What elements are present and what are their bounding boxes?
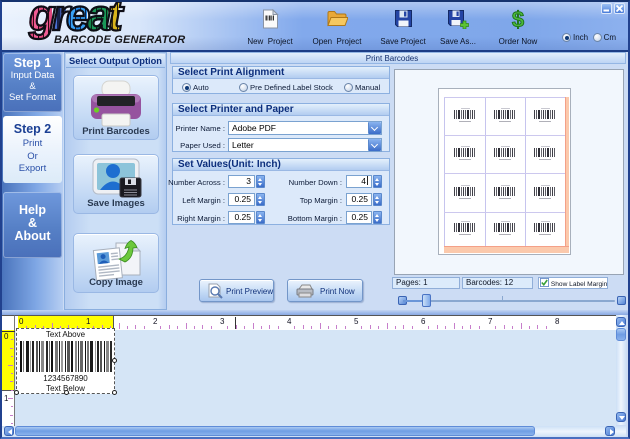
svg-text:$: $: [512, 9, 524, 30]
